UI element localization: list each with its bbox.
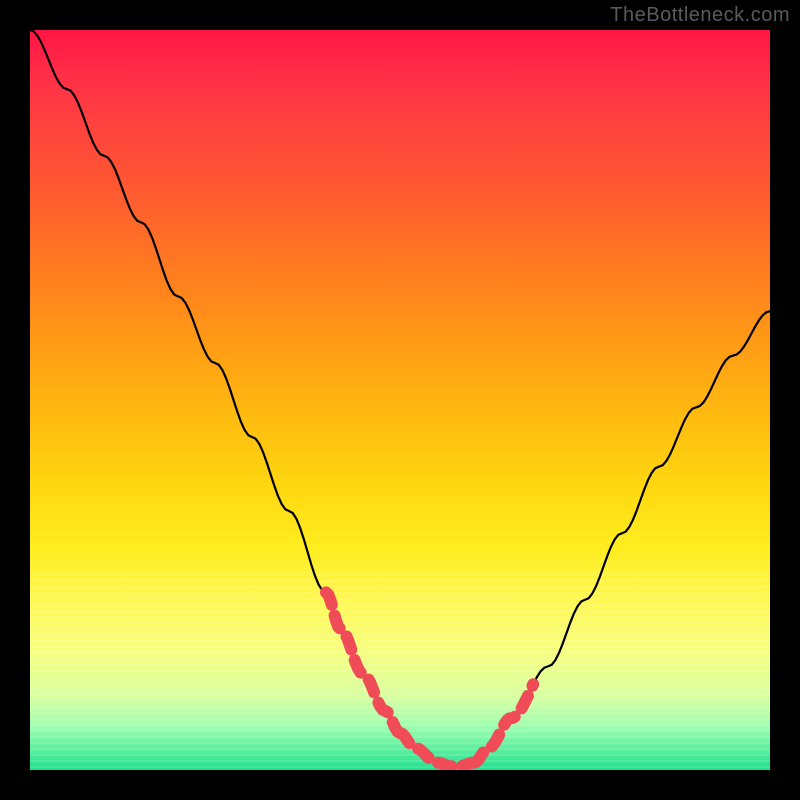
plot-area [30,30,770,770]
highlight-left [326,592,400,733]
bottleneck-curve [30,30,770,766]
highlight-right [474,684,533,762]
watermark-text: TheBottleneck.com [610,4,790,27]
highlight-bottom [400,733,474,766]
curve-svg [30,30,770,770]
